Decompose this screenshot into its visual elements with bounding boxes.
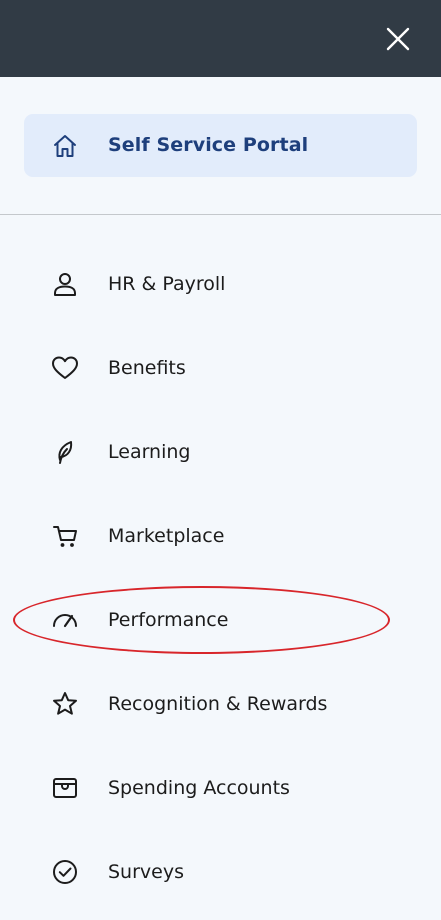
menu-item-surveys[interactable]: Surveys bbox=[0, 844, 441, 900]
gauge-icon bbox=[50, 606, 80, 634]
user-icon bbox=[50, 270, 80, 298]
divider bbox=[0, 214, 441, 215]
menu-item-spending-accounts[interactable]: Spending Accounts bbox=[0, 760, 441, 816]
star-icon bbox=[50, 690, 80, 718]
menu-item-learning[interactable]: Learning bbox=[0, 424, 441, 480]
self-service-portal-item[interactable]: Self Service Portal bbox=[24, 114, 417, 177]
close-button[interactable] bbox=[381, 22, 415, 56]
menu-item-benefits[interactable]: Benefits bbox=[0, 340, 441, 396]
menu-item-label: Spending Accounts bbox=[108, 777, 290, 799]
menu-item-recognition-rewards[interactable]: Recognition & Rewards bbox=[0, 676, 441, 732]
check-circle-icon bbox=[50, 858, 80, 886]
menu-item-label: Surveys bbox=[108, 861, 184, 883]
menu-item-hr-payroll[interactable]: HR & Payroll bbox=[0, 256, 441, 312]
menu-item-label: HR & Payroll bbox=[108, 273, 226, 295]
menu-item-label: Learning bbox=[108, 441, 191, 463]
menu-item-label: Marketplace bbox=[108, 525, 225, 547]
menu-item-performance[interactable]: Performance bbox=[0, 592, 441, 648]
wallet-icon bbox=[50, 774, 80, 802]
menu-item-marketplace[interactable]: Marketplace bbox=[0, 508, 441, 564]
leaf-icon bbox=[50, 438, 80, 466]
menu-item-label: Benefits bbox=[108, 357, 186, 379]
close-icon bbox=[386, 27, 410, 51]
home-icon bbox=[54, 135, 76, 157]
menu-item-label: Recognition & Rewards bbox=[108, 693, 328, 715]
cart-icon bbox=[50, 522, 80, 550]
menu-item-label: Performance bbox=[108, 609, 229, 631]
portal-label: Self Service Portal bbox=[108, 134, 309, 156]
heart-icon bbox=[50, 354, 80, 382]
top-bar bbox=[0, 0, 441, 77]
